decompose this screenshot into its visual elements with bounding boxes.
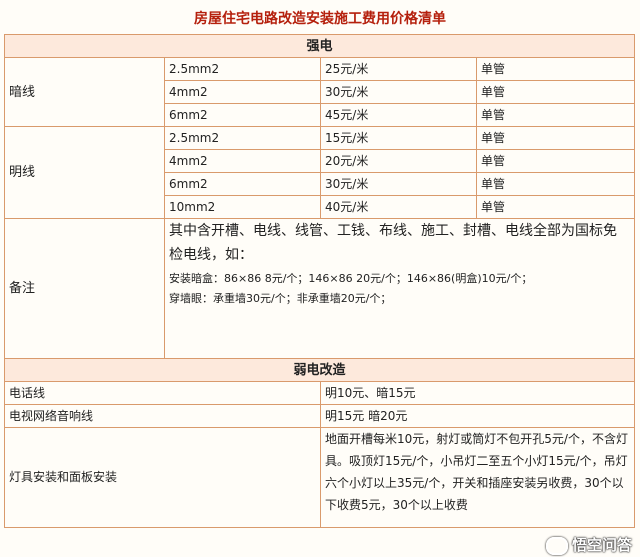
- watermark: 悟空问答: [545, 534, 632, 555]
- unit-cell: 单管: [475, 149, 636, 173]
- section-weak-label: 弱电改造: [3, 358, 636, 382]
- remarks-line-2: 安装暗盒：86×86 8元/个；146×86 20元/个；146×86(明盒)1…: [169, 272, 533, 285]
- remarks-line-3: 穿墙眼：承重墙30元/个；非承重墙20元/个；: [169, 292, 392, 305]
- price-cell: 30元/米: [320, 172, 477, 196]
- section-header-strong: 强电: [3, 34, 636, 58]
- remarks-row: 备注 其中含开槽、电线、线管、工钱、布线、施工、封槽、电线全部为国标免检电线，如…: [4, 218, 636, 359]
- price-cell: 20元/米: [320, 149, 477, 173]
- lamp-label: 灯具安装和面板安装: [4, 427, 321, 528]
- concealed-label: 暗线: [4, 57, 165, 127]
- tv-price: 明15元 暗20元: [319, 404, 636, 428]
- spec-cell: 6mm2: [164, 172, 321, 196]
- lamp-text: 地面开槽每米10元，射灯或筒灯不包开孔5元/个，不含灯具。吸顶灯15元/个，小吊…: [319, 427, 636, 528]
- price-cell: 45元/米: [320, 103, 477, 127]
- price-cell: 40元/米: [320, 195, 477, 219]
- unit-cell: 单管: [475, 126, 636, 150]
- table-row: 灯具安装和面板安装 地面开槽每米10元，射灯或筒灯不包开孔5元/个，不含灯具。吸…: [4, 427, 636, 528]
- unit-cell: 单管: [475, 172, 636, 196]
- phone-price: 明10元、暗15元: [319, 381, 636, 405]
- table-row: 暗线 2.5mm2 25元/米 单管: [4, 57, 636, 127]
- table-row: 电话线 明10元、暗15元: [4, 381, 636, 405]
- price-cell: 25元/米: [320, 57, 477, 81]
- unit-cell: 单管: [475, 80, 636, 104]
- remarks-label: 备注: [4, 218, 165, 359]
- exposed-label: 明线: [4, 126, 165, 219]
- phone-label: 电话线: [4, 381, 321, 405]
- watermark-text: 悟空问答: [571, 536, 632, 554]
- chat-bubble-icon: [545, 536, 568, 555]
- spec-cell: 2.5mm2: [164, 57, 321, 81]
- table-row: 电视网络音响线 明15元 暗20元: [4, 404, 636, 428]
- spec-cell: 10mm2: [164, 195, 321, 219]
- price-cell: 15元/米: [320, 126, 477, 150]
- section-header-weak: 弱电改造: [3, 358, 636, 382]
- remarks-content: 其中含开槽、电线、线管、工钱、布线、施工、封槽、电线全部为国标免检电线，如： 安…: [163, 218, 636, 359]
- price-table: 强电 暗线 2.5mm2 25元/米 单管 4mm2 30元/米 单管 6mm2…: [3, 34, 636, 528]
- table-row: 明线 2.5mm2 15元/米 单管: [4, 126, 636, 219]
- spec-cell: 4mm2: [164, 80, 321, 104]
- price-cell: 30元/米: [320, 80, 477, 104]
- section-strong-label: 强电: [3, 34, 636, 58]
- unit-cell: 单管: [475, 57, 636, 81]
- unit-cell: 单管: [475, 103, 636, 127]
- spec-cell: 4mm2: [164, 149, 321, 173]
- tv-label: 电视网络音响线: [4, 404, 321, 428]
- remarks-line-1: 其中含开槽、电线、线管、工钱、布线、施工、封槽、电线全部为国标免检电线，如：: [169, 223, 617, 263]
- page-title: 房屋住宅电路改造安装施工费用价格清单: [194, 11, 446, 27]
- unit-cell: 单管: [475, 195, 636, 219]
- spec-cell: 6mm2: [164, 103, 321, 127]
- spec-cell: 2.5mm2: [164, 126, 321, 150]
